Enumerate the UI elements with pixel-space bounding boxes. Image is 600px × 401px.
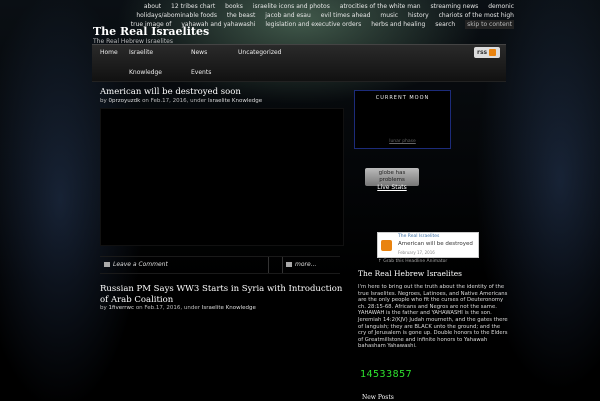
nav-link-holidays[interactable]: holidays/abominable foods	[136, 11, 217, 20]
post-meta: by 0przoyuzdk on Feb.17, 2016, under Isr…	[100, 98, 262, 104]
widget-title: The Real Hebrew Israelites	[358, 269, 463, 278]
more-link[interactable]: more...	[286, 260, 316, 270]
post-actions-bar: Leave a Comment more...	[100, 256, 340, 274]
lunar-phase-link[interactable]: lunar phase	[355, 139, 450, 144]
feed-name: The Real Israelites	[398, 234, 440, 239]
headline-animator[interactable]: The Real Israelites American will be des…	[377, 232, 479, 258]
meta-by: by	[100, 305, 107, 311]
nav-link-music[interactable]: music	[380, 11, 398, 20]
feed-icon	[381, 240, 392, 251]
menu-item-news[interactable]: News	[191, 49, 207, 56]
nav-link-books[interactable]: books	[225, 2, 243, 11]
feed-date: February 17, 2016	[398, 250, 435, 255]
nav-link-chariots[interactable]: chariots of the most high	[439, 11, 514, 20]
hit-counter: 14533857	[360, 369, 413, 380]
meta-by: by	[100, 98, 107, 104]
nav-link-icons-photos[interactable]: israelite icons and photos	[253, 2, 330, 11]
current-moon-widget: CURRENT MOON lunar phase	[354, 90, 451, 149]
comment-icon	[104, 262, 110, 267]
leave-comment-label: Leave a Comment	[113, 261, 168, 268]
menu-item-home[interactable]: Home	[100, 49, 118, 56]
post-author-link[interactable]: 0przoyuzdk	[109, 98, 141, 104]
nav-link-herbs[interactable]: herbs and healing	[371, 20, 425, 29]
skip-to-content-link[interactable]: skip to content	[465, 20, 514, 29]
nav-link-demonic[interactable]: demonic	[488, 2, 514, 11]
post-category-link[interactable]: Israelite Knowledge	[202, 305, 256, 311]
nav-link-search[interactable]: search	[435, 20, 455, 29]
moon-title: CURRENT MOON	[375, 95, 430, 101]
nav-link-streaming-news[interactable]: streaming news	[431, 2, 479, 11]
grab-headline-link[interactable]: ↑ Grab this Headline Animator	[378, 259, 447, 264]
divider	[268, 257, 269, 273]
menu-item-israelite[interactable]: Israelite	[129, 49, 153, 56]
more-icon	[286, 262, 292, 267]
widget-text: I'm here to bring out the truth about th…	[358, 284, 508, 350]
meta-on: on	[135, 305, 143, 311]
nav-link-about[interactable]: about	[144, 2, 161, 11]
embedded-video[interactable]	[100, 108, 344, 246]
post-author-link[interactable]: 1fiverrwc	[109, 305, 135, 311]
nav-link-jacob-esau[interactable]: jacob and esau	[265, 11, 311, 20]
divider	[282, 257, 283, 273]
post-date: Feb.17, 2016,	[150, 98, 189, 104]
globe-widget[interactable]: globe has problems Live Stats	[365, 168, 419, 191]
rss-icon	[489, 49, 496, 56]
main-menu-bar	[92, 44, 506, 82]
globe-text: globe has problems	[378, 170, 406, 183]
post-category-link[interactable]: Israelite Knowledge	[208, 98, 262, 104]
rss-button[interactable]: rss	[474, 47, 500, 58]
nav-link-atrocities[interactable]: atrocities of the white man	[340, 2, 421, 11]
more-label: more...	[295, 261, 317, 268]
post-meta: by 1fiverrwc on Feb.17, 2016, under Isra…	[100, 305, 256, 311]
nav-link-12-tribes-chart[interactable]: 12 tribes chart	[171, 2, 215, 11]
menu-item-knowledge[interactable]: Knowledge	[129, 69, 162, 76]
rss-label: rss	[477, 49, 488, 56]
nav-link-the-beast[interactable]: the beast	[227, 11, 255, 20]
post-title[interactable]: Russian PM Says WW3 Starts in Syria with…	[100, 284, 350, 306]
post-date: Feb.17, 2016,	[144, 305, 183, 311]
nav-link-history[interactable]: history	[408, 11, 429, 20]
feed-headline[interactable]: American will be destroyed	[398, 241, 473, 247]
nav-link-evil-times[interactable]: evil times ahead	[321, 11, 371, 20]
meta-under: under	[183, 305, 201, 311]
menu-item-uncategorized[interactable]: Uncategorized	[238, 49, 281, 56]
leave-comment-link[interactable]: Leave a Comment	[104, 260, 168, 270]
meta-on: on	[142, 98, 149, 104]
live-stats-link[interactable]: Live Stats	[365, 184, 419, 191]
site-title[interactable]: The Real Israelites	[93, 25, 209, 38]
meta-under: under	[190, 98, 207, 104]
post-title[interactable]: American will be destroyed soon	[100, 87, 241, 98]
nav-link-legislation[interactable]: legislation and executive orders	[265, 20, 361, 29]
menu-item-events[interactable]: Events	[191, 69, 211, 76]
